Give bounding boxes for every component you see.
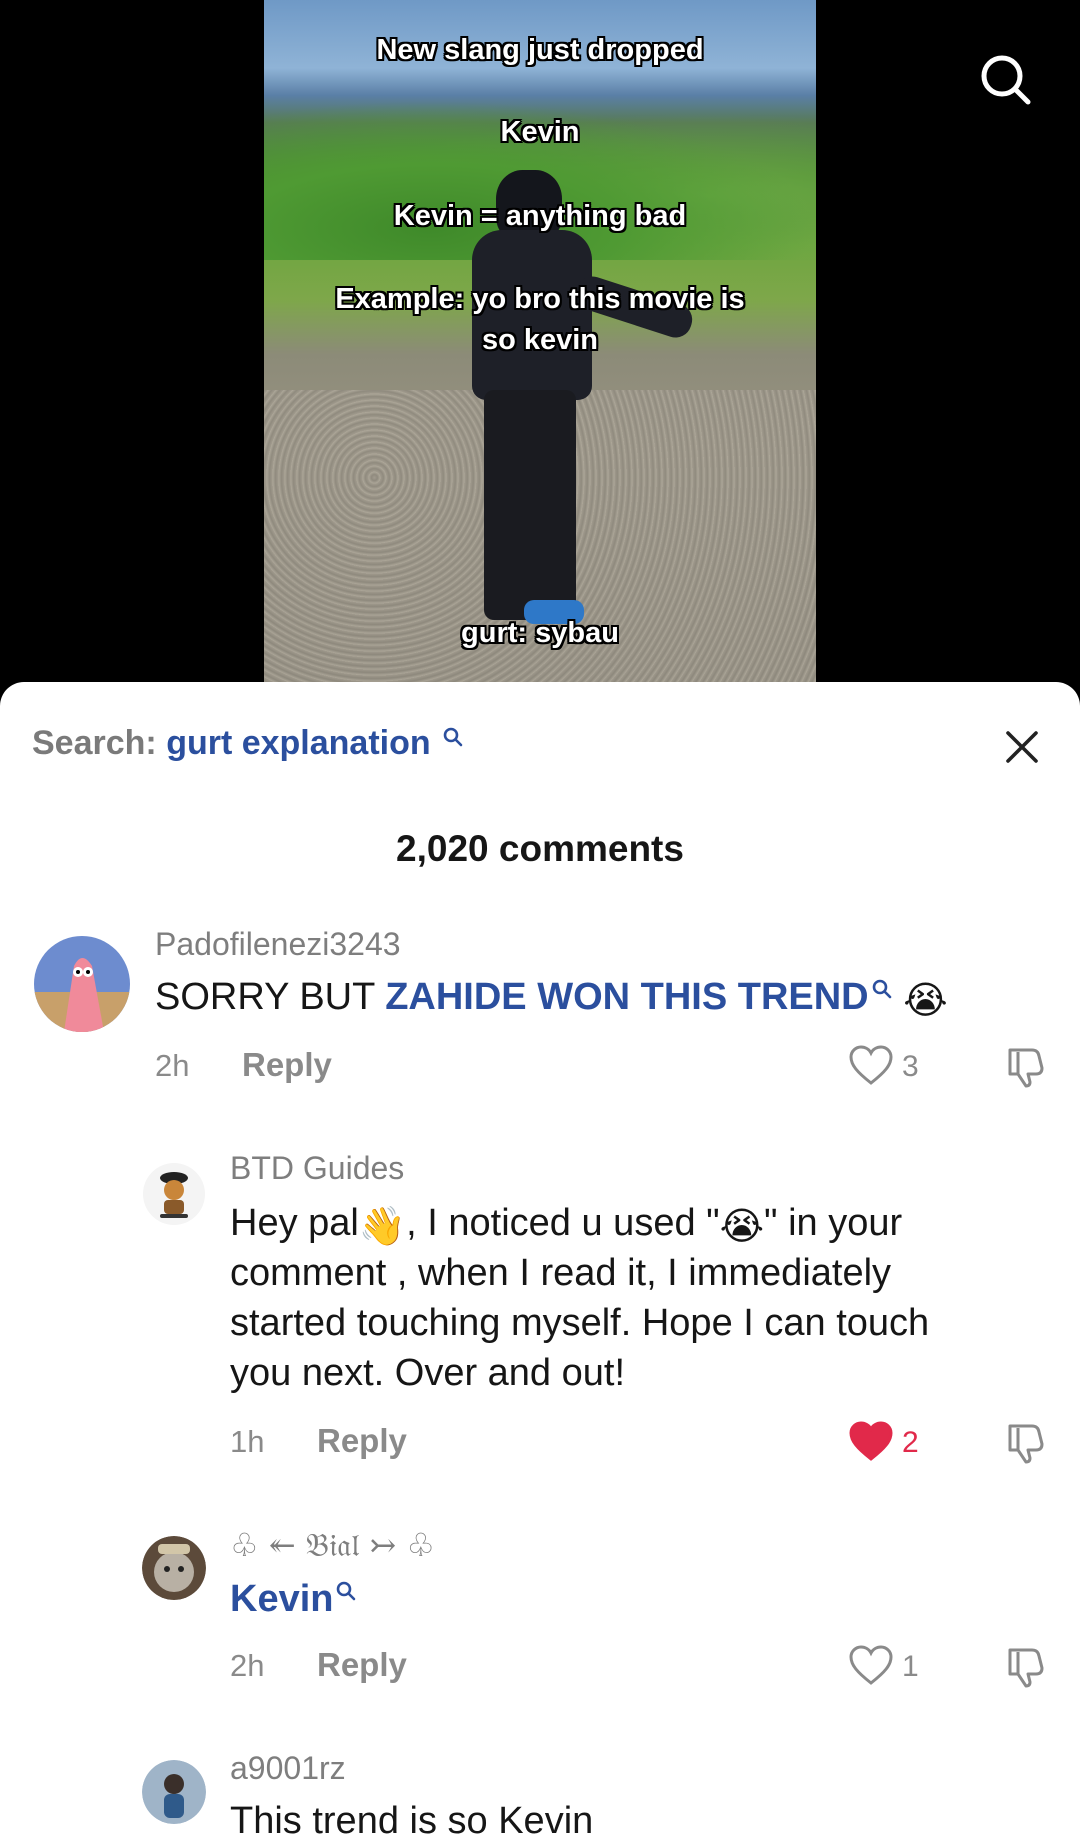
heart-filled-icon	[849, 1421, 893, 1461]
video-area[interactable]: New slang just dropped Kevin Kevin = any…	[0, 0, 1080, 700]
like-count: 1	[902, 1650, 919, 1683]
comment-username[interactable]: Padofilenezi3243	[155, 926, 401, 963]
crying-emoji-icon: 😭	[719, 1204, 765, 1248]
heart-icon	[849, 1045, 893, 1085]
reply-button[interactable]: Reply	[317, 1646, 407, 1684]
comment-time: 2h	[230, 1648, 265, 1683]
comment-text-part: Hey pal	[230, 1202, 359, 1244]
comment-text: SORRY BUT ZAHIDE WON THIS TREND 😭	[155, 972, 948, 1025]
avatar[interactable]	[34, 936, 130, 1032]
search-term-link[interactable]: gurt explanation	[166, 724, 430, 762]
comment-text-line-2: comment , when I read it, I immediately	[230, 1252, 892, 1294]
thumbs-down-icon[interactable]	[1002, 1420, 1046, 1464]
avatar[interactable]	[142, 1162, 206, 1226]
like-button[interactable]: 3	[848, 1044, 958, 1090]
thumbs-down-icon[interactable]	[1002, 1044, 1046, 1088]
like-count: 3	[902, 1050, 919, 1083]
like-button[interactable]: 1	[848, 1644, 958, 1690]
comment-text-part: , I noticed u used "	[406, 1202, 720, 1244]
comment-link-search-icon	[872, 979, 891, 999]
like-button[interactable]: 2	[848, 1420, 958, 1466]
search-suggestion[interactable]: Search: gurt explanation	[32, 724, 464, 763]
avatar-image	[143, 1163, 205, 1225]
comment-text-line-4: you next. Over and out!	[230, 1352, 626, 1394]
waving-hand-emoji-icon: 👋	[358, 1204, 407, 1248]
comment-username[interactable]: a9001rz	[230, 1750, 346, 1787]
video-caption-definition: Kevin = anything bad	[393, 200, 687, 232]
comment-time: 1h	[230, 1424, 265, 1459]
person-legs	[484, 390, 576, 620]
comment-text: This trend is so Kevin	[230, 1800, 594, 1836]
comment-username[interactable]: ♧ ↞ 𝔅𝔦𝔞𝔩 ↣ ♧	[230, 1526, 435, 1565]
video-caption-example-cont: so kevin	[481, 324, 599, 356]
avatar-image	[142, 1536, 206, 1600]
comment-text-line-3: started touching myself. Hope I can touc…	[230, 1302, 930, 1344]
comment-link-search-icon	[337, 1581, 356, 1601]
video-caption-gurt: gurt: sybau	[461, 617, 619, 649]
comment-search-link[interactable]: Kevin	[230, 1578, 333, 1620]
video-person	[454, 170, 697, 640]
comments-count: 2,020 comments	[396, 828, 684, 869]
comment-text-line-1: Hey pal👋, I noticed u used "😭" in your	[230, 1198, 902, 1251]
heart-icon	[849, 1645, 893, 1685]
comment-search-link[interactable]: ZAHIDE WON THIS TREND	[385, 976, 868, 1018]
thumbs-down-icon[interactable]	[1002, 1644, 1046, 1688]
comments-panel: Search: gurt explanation 2,020 comments …	[0, 682, 1080, 1836]
avatar-image	[34, 936, 130, 1032]
video-frame[interactable]: New slang just dropped Kevin Kevin = any…	[264, 0, 816, 682]
video-caption-title: New slang just dropped	[376, 34, 704, 66]
video-caption-example: Example: yo bro this movie is	[335, 283, 745, 315]
avatar-image	[142, 1760, 206, 1824]
video-caption-word: Kevin	[500, 116, 580, 148]
avatar[interactable]	[142, 1536, 206, 1600]
search-prefix: Search:	[32, 724, 157, 762]
close-icon[interactable]	[1002, 727, 1042, 767]
comment-text: Kevin	[230, 1574, 357, 1624]
comment-text-part: " in your	[764, 1202, 903, 1244]
comment-text-plain: SORRY BUT	[155, 976, 386, 1018]
crying-emoji-icon: 😭	[903, 978, 948, 1022]
comment-time: 2h	[155, 1048, 190, 1083]
reply-button[interactable]: Reply	[317, 1422, 407, 1460]
search-icon[interactable]	[978, 52, 1034, 108]
search-term-search-icon	[443, 727, 463, 747]
reply-button[interactable]: Reply	[242, 1046, 332, 1084]
like-count: 2	[902, 1426, 919, 1459]
avatar[interactable]	[142, 1760, 206, 1824]
comment-username[interactable]: BTD Guides	[230, 1150, 404, 1187]
